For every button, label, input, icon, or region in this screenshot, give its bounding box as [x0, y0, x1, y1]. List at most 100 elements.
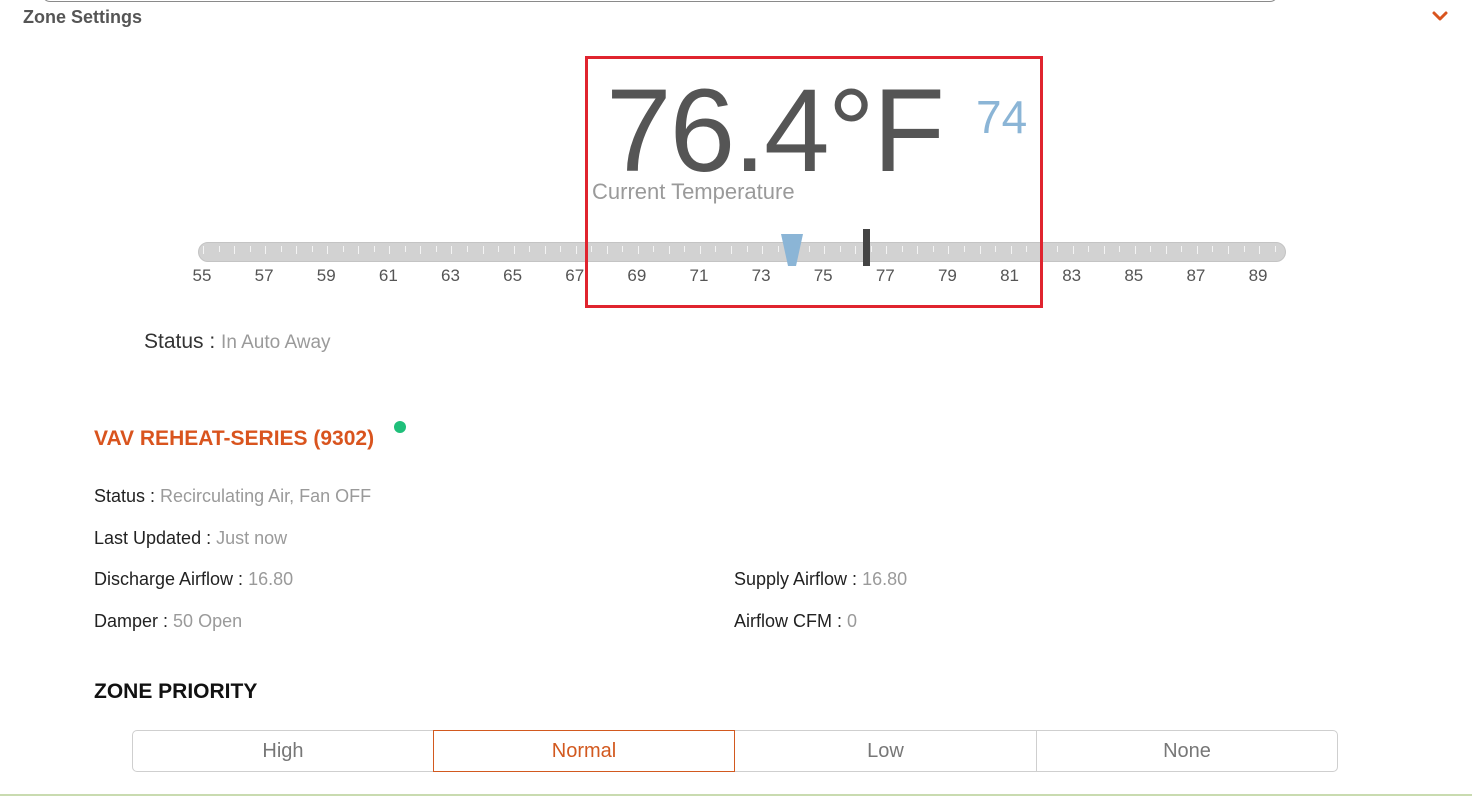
slider-tick: [979, 246, 981, 254]
device-status-label: Status :: [94, 486, 156, 506]
slider-tick-label: 59: [316, 266, 336, 285]
slider-tick-label: 85: [1124, 266, 1144, 285]
slider-tick-label: 79: [937, 266, 957, 285]
zone-priority-title: ZONE PRIORITY: [94, 680, 258, 703]
discharge-airflow: Discharge Airflow : 16.80: [94, 569, 293, 590]
last-updated: Last Updated : Just now: [94, 528, 287, 549]
slider-tick: [249, 246, 251, 252]
priority-option-high[interactable]: High: [132, 730, 434, 772]
slider-tick: [1041, 246, 1043, 254]
priority-option-none[interactable]: None: [1036, 730, 1338, 772]
device-title[interactable]: VAV REHEAT-SERIES (9302): [94, 427, 374, 451]
slider-tick: [731, 246, 733, 254]
setpoint-slider-thumb[interactable]: [780, 233, 804, 267]
slider-tick: [855, 246, 857, 254]
slider-tick: [467, 246, 468, 252]
slider-tick: [218, 246, 220, 252]
slider-tick: [265, 246, 267, 254]
slider-tick: [808, 246, 810, 252]
slider-tick: [296, 246, 298, 254]
discharge-airflow-label: Discharge Airflow :: [94, 569, 244, 589]
slider-tick: [1010, 246, 1012, 254]
slider-tick: [451, 246, 453, 254]
slider-tick: [870, 246, 872, 252]
slider-tick: [963, 246, 965, 252]
zone-status: Status : In Auto Away: [144, 330, 331, 354]
section-title: Zone Settings: [23, 7, 143, 27]
slider-tick-label: 67: [565, 266, 585, 285]
slider-tick-label: 71: [689, 266, 709, 285]
supply-airflow-value: 16.80: [862, 569, 908, 589]
slider-tick: [606, 246, 608, 254]
slider-tick: [404, 246, 406, 252]
slider-tick: [1181, 246, 1183, 252]
slider-tick-label: 57: [254, 266, 274, 285]
device-status-value: Recirculating Air, Fan OFF: [160, 486, 372, 506]
slider-tick: [746, 246, 748, 252]
slider-tick: [637, 246, 639, 254]
slider-tick-label: 65: [503, 266, 523, 285]
slider-tick: [932, 246, 934, 252]
slider-tick: [529, 246, 531, 252]
slider-tick: [668, 246, 670, 254]
slider-tick: [839, 246, 841, 252]
slider-tick: [482, 246, 484, 254]
slider-tick: [1103, 246, 1105, 254]
slider-tick: [824, 246, 826, 254]
slider-tick: [1227, 246, 1229, 254]
slider-tick-label: 75: [813, 266, 833, 285]
slider-tick-label: 61: [378, 266, 398, 285]
slider-tick: [1134, 246, 1136, 254]
slider-tick: [948, 246, 950, 254]
slider-tick: [280, 246, 282, 252]
slider-tick: [575, 246, 577, 254]
online-status-dot: [394, 421, 406, 433]
priority-option-low[interactable]: Low: [734, 730, 1037, 772]
slider-tick-label: 89: [1248, 266, 1268, 285]
setpoint-value: 74: [976, 91, 1028, 143]
slider-tick: [1196, 246, 1198, 254]
slider-tick-label: 63: [441, 266, 460, 285]
slider-tick-label: 73: [751, 266, 771, 285]
slider-tick: [777, 246, 779, 252]
slider-tick: [1274, 246, 1276, 252]
slider-tick: [498, 246, 500, 252]
discharge-airflow-value: 16.80: [248, 569, 294, 589]
slider-tick: [901, 246, 903, 252]
slider-tick: [591, 246, 593, 252]
damper: Damper : 50 Open: [94, 611, 242, 632]
slider-tick-label: 81: [1000, 266, 1019, 285]
slider-tick: [699, 246, 701, 254]
slider-tick: [995, 246, 997, 252]
zone-status-value: In Auto Away: [221, 332, 331, 353]
slider-tick: [1150, 246, 1152, 252]
current-temperature-label: Current Temperature: [592, 179, 795, 204]
device-status: Status : Recirculating Air, Fan OFF: [94, 486, 371, 507]
supply-airflow-label: Supply Airflow :: [734, 569, 858, 589]
slider-tick-label: 55: [192, 266, 212, 285]
slider-tick-label: 83: [1062, 266, 1082, 285]
chevron-down-icon[interactable]: [1431, 8, 1449, 24]
slider-tick: [653, 246, 655, 252]
slider-tick: [358, 246, 360, 254]
slider-tick: [1119, 246, 1121, 252]
slider-tick: [1165, 246, 1167, 254]
slider-tick: [684, 246, 686, 252]
supply-airflow: Supply Airflow : 16.80: [734, 569, 907, 590]
slider-tick: [1072, 246, 1074, 254]
slider-tick: [342, 246, 344, 252]
slider-tick: [560, 246, 562, 252]
temperature-slider-track[interactable]: [198, 242, 1286, 262]
damper-label: Damper :: [94, 611, 169, 631]
slider-tick: [435, 246, 437, 252]
slider-tick-label: 69: [627, 266, 647, 285]
slider-tick: [1057, 246, 1059, 252]
slider-tick: [917, 246, 919, 254]
airflow-cfm-value: 0: [847, 611, 858, 631]
slider-tick: [420, 246, 422, 254]
damper-value: 50 Open: [173, 611, 243, 631]
current-temperature-marker: [863, 229, 871, 266]
priority-option-normal[interactable]: Normal: [433, 730, 735, 772]
slider-tick: [1212, 246, 1214, 252]
slider-tick: [389, 246, 391, 254]
